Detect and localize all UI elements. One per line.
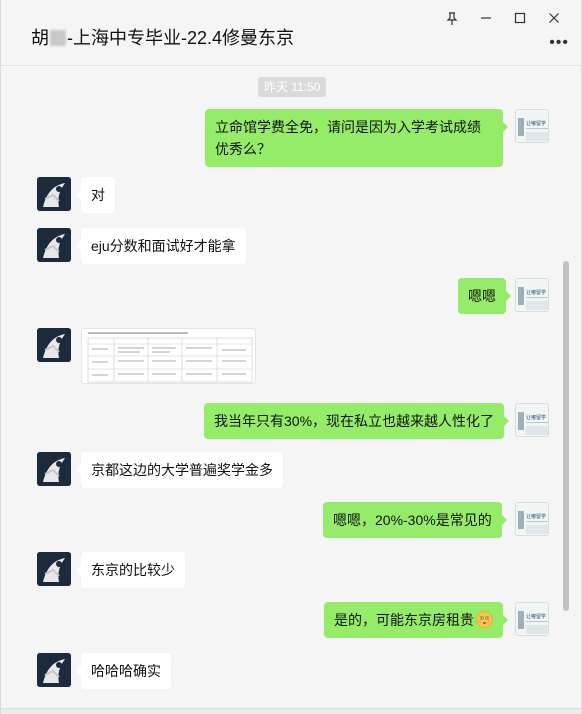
- message-bubble-outgoing[interactable]: 我当年只有30%，现在私立也越来越人性化了: [204, 403, 510, 439]
- chat-scrollbar[interactable]: [563, 261, 569, 611]
- message-bubble-outgoing[interactable]: 嗯嗯，20%-30%是常见的: [323, 502, 507, 538]
- message-timestamp: 昨天 11:50: [258, 77, 327, 97]
- svg-text:让嘟留学: 让嘟留学: [526, 289, 546, 296]
- contact-avatar[interactable]: [37, 653, 71, 687]
- flushed-face-emoji-icon: [476, 611, 493, 628]
- close-icon[interactable]: [537, 6, 571, 30]
- svg-text:让嘟留学: 让嘟留学: [526, 414, 546, 421]
- my-avatar[interactable]: 让嘟留学: [515, 403, 549, 437]
- input-area-edge: [1, 708, 581, 714]
- maximize-icon[interactable]: [503, 6, 537, 30]
- contact-avatar[interactable]: [37, 552, 71, 586]
- svg-text:让嘟留学: 让嘟留学: [526, 120, 546, 127]
- image-message-thumbnail[interactable]: [81, 328, 256, 384]
- message-bubble-outgoing[interactable]: 嗯嗯: [458, 278, 511, 314]
- more-icon[interactable]: •••: [549, 34, 569, 52]
- window-controls: [435, 6, 571, 30]
- my-avatar[interactable]: 让嘟留学: [515, 502, 549, 536]
- message-list[interactable]: 昨天 11:50 立命馆学费全免，请问是因为入学考试成绩优秀么？ 让嘟留学 对 …: [1, 66, 571, 714]
- my-avatar[interactable]: 让嘟留学: [515, 602, 549, 636]
- message-bubble-incoming[interactable]: 对: [76, 177, 115, 213]
- minimize-icon[interactable]: [469, 6, 503, 30]
- message-bubble-incoming[interactable]: 东京的比较少: [76, 552, 185, 588]
- message-bubble-outgoing[interactable]: 立命馆学费全免，请问是因为入学考试成绩优秀么？: [205, 109, 508, 167]
- contact-avatar[interactable]: [37, 452, 71, 486]
- message-bubble-outgoing[interactable]: 是的，可能东京房租贵: [324, 602, 508, 638]
- svg-text:让嘟留学: 让嘟留学: [526, 513, 546, 520]
- my-avatar[interactable]: 让嘟留学: [515, 278, 549, 312]
- chat-title: 胡 -上海中专毕业-22.4修曼东京: [31, 24, 294, 50]
- message-bubble-incoming[interactable]: 哈哈哈确实: [76, 653, 171, 689]
- redacted-name: [50, 30, 66, 46]
- chat-header: 胡 -上海中专毕业-22.4修曼东京 •••: [1, 0, 581, 66]
- svg-text:让嘟留学: 让嘟留学: [526, 613, 546, 620]
- my-avatar[interactable]: 让嘟留学: [515, 109, 549, 143]
- pin-icon[interactable]: [435, 6, 469, 30]
- message-text: 是的，可能东京房租贵: [334, 612, 474, 628]
- contact-avatar[interactable]: [37, 328, 71, 362]
- message-bubble-incoming[interactable]: 京都这边的大学普遍奖学金多: [76, 452, 283, 488]
- contact-avatar[interactable]: [37, 228, 71, 262]
- title-suffix: -上海中专毕业-22.4修曼东京: [67, 28, 295, 48]
- chat-window: 胡 -上海中专毕业-22.4修曼东京 ••• 昨天 11:50 立命馆学费全免，请…: [0, 0, 582, 714]
- contact-avatar[interactable]: [37, 177, 71, 211]
- message-bubble-incoming[interactable]: eju分数和面试好才能拿: [76, 228, 246, 264]
- title-prefix: 胡: [31, 28, 49, 48]
